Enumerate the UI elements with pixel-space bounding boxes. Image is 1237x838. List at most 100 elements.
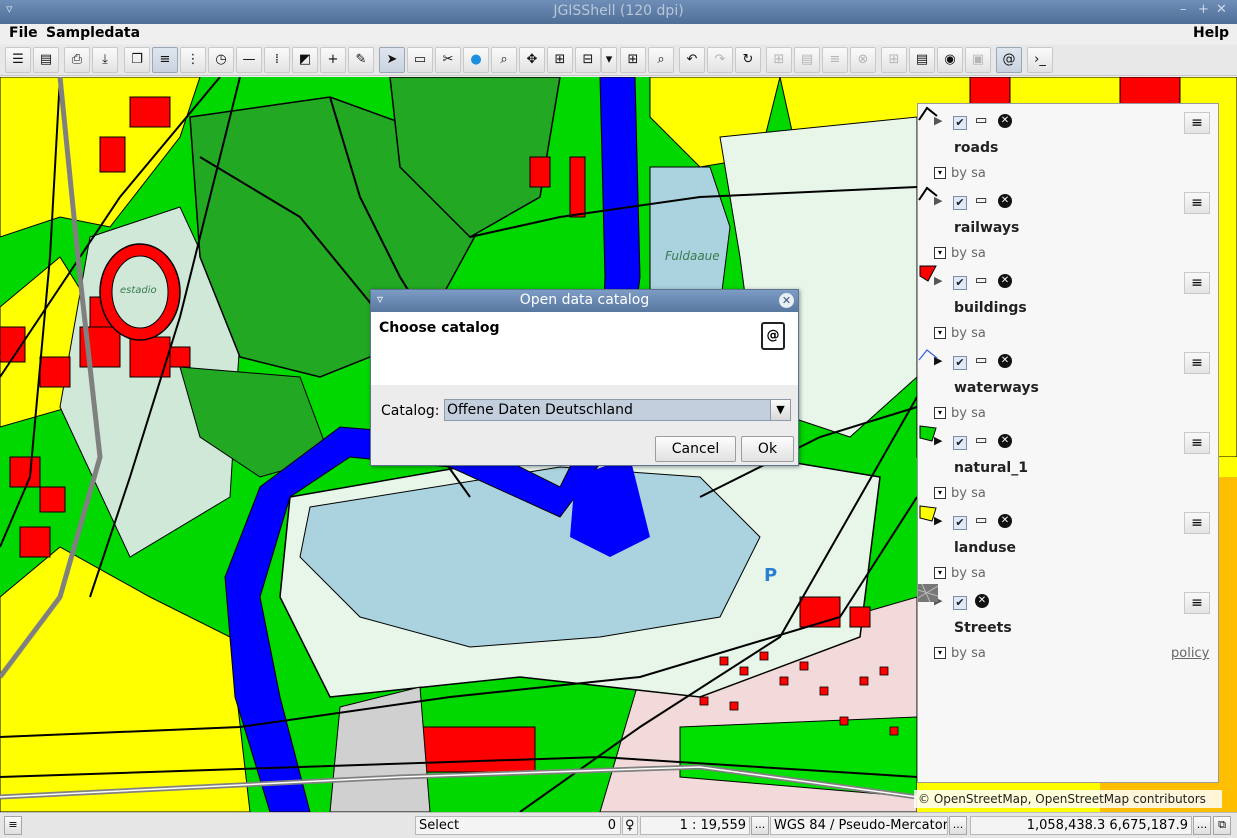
maximize-icon[interactable]: + xyxy=(1198,2,1209,17)
edit-icon[interactable]: ✎ xyxy=(348,47,374,73)
layer-name: landuse xyxy=(954,540,1017,556)
zoom-in-icon[interactable]: ⊞ xyxy=(547,47,573,73)
layer-menu-button[interactable]: ≡ xyxy=(1184,432,1210,454)
console-icon[interactable]: ›_ xyxy=(1027,47,1053,73)
visible-checkbox[interactable]: ✔ xyxy=(953,516,967,530)
remove-layer-icon[interactable]: ✕ xyxy=(998,114,1012,128)
dialog-close-icon[interactable]: ✕ xyxy=(779,293,794,308)
license-icon: ▾ xyxy=(934,647,946,659)
crs-more-button[interactable]: ... xyxy=(949,816,967,835)
ok-button[interactable]: Ok xyxy=(741,436,794,462)
lightbulb-icon[interactable]: ♀ xyxy=(622,816,638,835)
menu-help[interactable]: Help xyxy=(1193,25,1229,41)
scissors-icon[interactable]: ✂ xyxy=(435,47,461,73)
grid-icon[interactable]: ⊞ xyxy=(620,47,646,73)
minus-icon[interactable]: — xyxy=(236,47,262,73)
visible-checkbox[interactable]: ✔ xyxy=(953,196,967,210)
license-icon: ▾ xyxy=(934,407,946,419)
layer-buildings: ▶ ✔ ▭ ✕ ≡ buildings ▾ by sa xyxy=(918,264,1218,344)
comment-icon[interactable]: ▭ xyxy=(975,513,987,528)
remove-layer-icon[interactable]: ✕ xyxy=(998,194,1012,208)
menu-bar: File Sampledata Help xyxy=(0,24,1237,44)
doc-disabled-icon[interactable]: ▤ xyxy=(794,47,820,73)
zoom-area-icon[interactable]: ⌕ xyxy=(491,47,517,73)
zoom-out-icon[interactable]: ⊟ xyxy=(575,47,601,73)
remove-layer-icon[interactable]: ✕ xyxy=(998,274,1012,288)
refresh-icon[interactable]: ● xyxy=(463,47,489,73)
comment-icon[interactable]: ▭ xyxy=(975,353,987,368)
grid-disabled-icon[interactable]: ⊞ xyxy=(766,47,792,73)
more-icon[interactable]: ⋮ xyxy=(180,47,206,73)
menu-sampledata[interactable]: Sampledata xyxy=(46,25,140,41)
table-icon[interactable]: ▤ xyxy=(33,47,59,73)
visible-checkbox[interactable]: ✔ xyxy=(953,276,967,290)
window-toggle-icon[interactable]: ⧉ xyxy=(1213,816,1231,835)
grid2-disabled-icon[interactable]: ⊞ xyxy=(881,47,907,73)
menu-icon[interactable]: ≡ xyxy=(152,47,178,73)
window-title: JGISShell (120 dpi) xyxy=(553,3,684,19)
comment-icon[interactable]: ▭ xyxy=(407,47,433,73)
remove-layer-icon[interactable]: ✕ xyxy=(975,594,989,608)
plus-icon[interactable]: + xyxy=(320,47,346,73)
visible-checkbox[interactable]: ✔ xyxy=(953,436,967,450)
comment-icon[interactable]: ▭ xyxy=(975,113,987,128)
list-icon[interactable]: ☰ xyxy=(5,47,31,73)
reload-icon[interactable]: ↻ xyxy=(735,47,761,73)
svg-text:Fuldaaue: Fuldaaue xyxy=(665,249,720,263)
chevron-down-icon[interactable]: ▼ xyxy=(770,400,790,420)
clock-icon[interactable]: ◷ xyxy=(208,47,234,73)
minimize-icon[interactable]: – xyxy=(1180,2,1187,17)
layers-icon[interactable]: ◩ xyxy=(292,47,318,73)
remove-layer-icon[interactable]: ✕ xyxy=(998,354,1012,368)
scale-more-button[interactable]: ... xyxy=(751,816,769,835)
menu-file[interactable]: File xyxy=(9,25,38,41)
catalog-select[interactable]: Offene Daten Deutschland ▼ xyxy=(444,399,791,421)
search-icon[interactable]: ⌕ xyxy=(648,47,674,73)
comment-icon[interactable]: ▭ xyxy=(975,193,987,208)
grid-dots-icon[interactable]: ⁞ xyxy=(264,47,290,73)
layer-menu-button[interactable]: ≡ xyxy=(1184,272,1210,294)
image-disabled-icon[interactable]: ▣ xyxy=(965,47,991,73)
layer-license: by sa xyxy=(951,646,986,661)
policy-link[interactable]: policy xyxy=(1171,646,1209,661)
pointer-icon[interactable]: ➤ xyxy=(379,47,405,73)
status-menu-icon[interactable]: ≡ xyxy=(4,816,22,835)
coords-more-button[interactable]: ... xyxy=(1193,816,1211,835)
svg-text:estadio: estadio xyxy=(120,285,157,296)
undo-icon[interactable]: ↶ xyxy=(679,47,705,73)
redo-icon[interactable]: ↷ xyxy=(707,47,733,73)
status-bar: ≡ Select 0 ♀ 1 : 19,559 ... WGS 84 / Pse… xyxy=(0,812,1237,838)
catalog-icon: @ xyxy=(761,322,785,350)
visible-checkbox[interactable]: ✔ xyxy=(953,596,967,610)
layer-license: by sa xyxy=(951,566,986,581)
download-icon[interactable]: ⤓ xyxy=(92,47,118,73)
layer-menu-button[interactable]: ≡ xyxy=(1184,112,1210,134)
target-icon[interactable]: ◉ xyxy=(937,47,963,73)
svg-text:P: P xyxy=(764,565,777,586)
document-icon[interactable]: ▤ xyxy=(909,47,935,73)
close-icon[interactable]: ✕ xyxy=(1216,2,1227,17)
visible-checkbox[interactable]: ✔ xyxy=(953,116,967,130)
pan-icon[interactable]: ✥ xyxy=(519,47,545,73)
catalog-icon[interactable]: @ xyxy=(996,47,1022,73)
remove-layer-icon[interactable]: ✕ xyxy=(998,514,1012,528)
list-disabled-icon[interactable]: ≡ xyxy=(822,47,848,73)
natural-icon xyxy=(919,425,937,442)
layer-menu-button[interactable]: ≡ xyxy=(1184,592,1210,614)
open-catalog-dialog: ▿ Open data catalog ✕ Choose catalog @ C… xyxy=(370,289,799,466)
dialog-title: Open data catalog xyxy=(519,292,650,308)
cancel-button[interactable]: Cancel xyxy=(655,436,736,462)
delete-disabled-icon[interactable]: ⊗ xyxy=(850,47,876,73)
layer-menu-button[interactable]: ≡ xyxy=(1184,512,1210,534)
dialog-title-bar: ▿ Open data catalog ✕ xyxy=(371,290,798,312)
comment-icon[interactable]: ▭ xyxy=(975,433,987,448)
comment-icon[interactable]: ▭ xyxy=(975,273,987,288)
print-icon[interactable]: ⎙ xyxy=(64,47,90,73)
remove-layer-icon[interactable]: ✕ xyxy=(998,434,1012,448)
status-scale: 1 : 19,559 xyxy=(640,816,750,835)
dropdown-icon[interactable]: ▾ xyxy=(601,47,617,73)
layer-menu-button[interactable]: ≡ xyxy=(1184,192,1210,214)
visible-checkbox[interactable]: ✔ xyxy=(953,356,967,370)
layer-menu-button[interactable]: ≡ xyxy=(1184,352,1210,374)
windows-icon[interactable]: ❐ xyxy=(124,47,150,73)
